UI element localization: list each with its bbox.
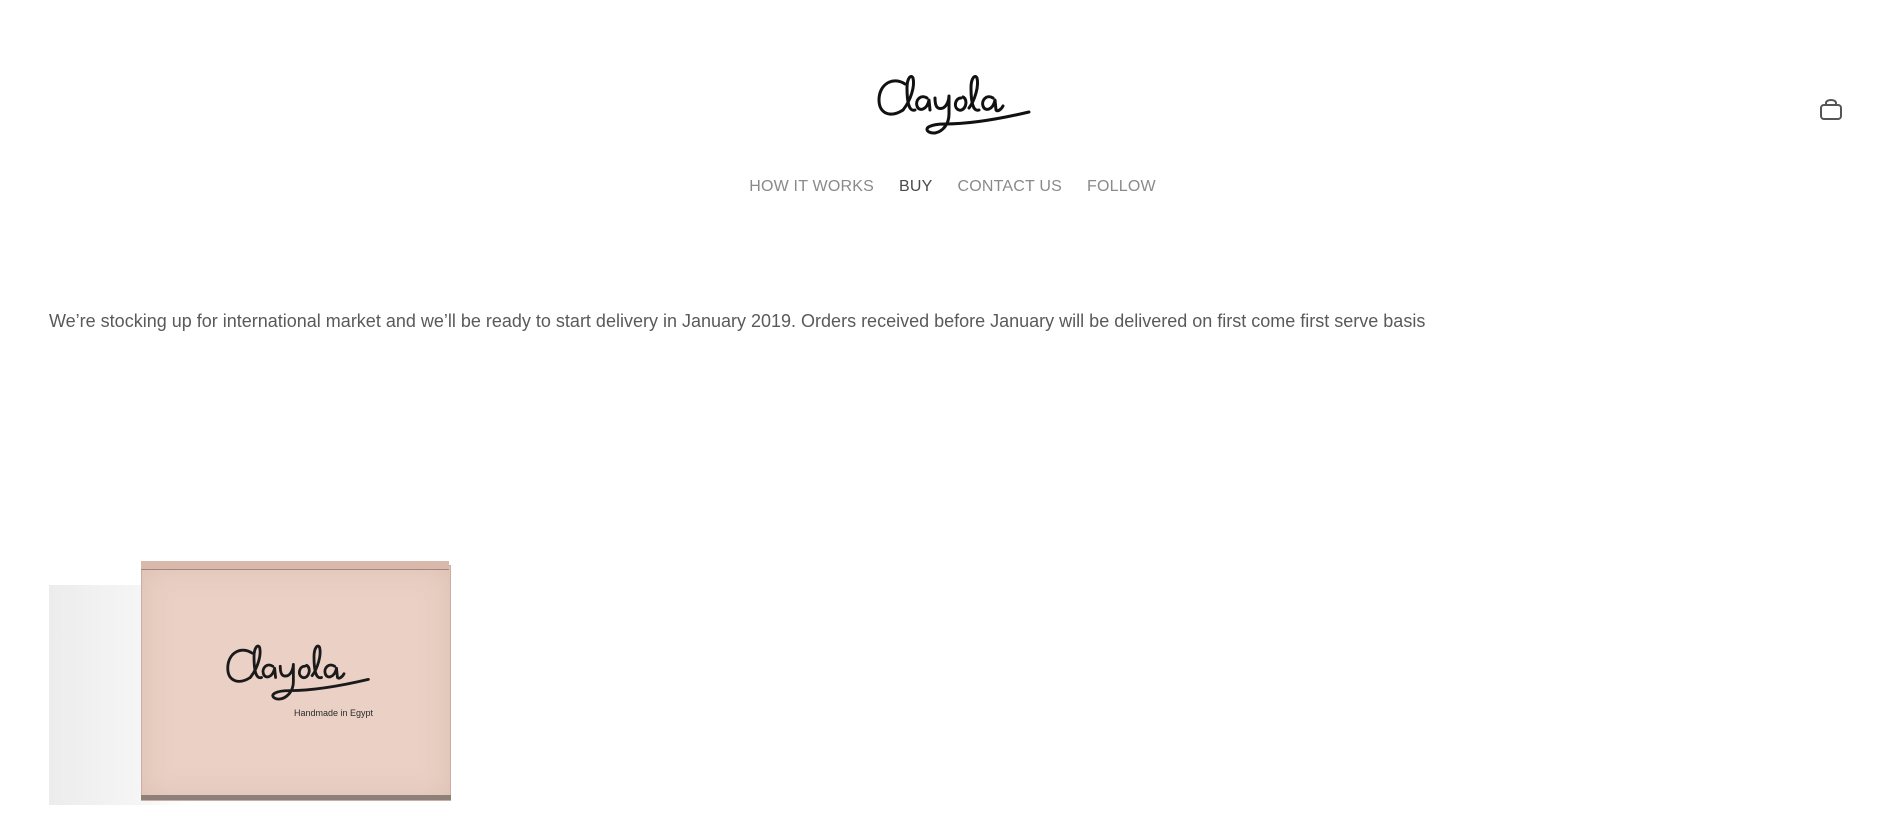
- site-header: HOW IT WORKS BUY CONTACT US FOLLOW: [0, 0, 1900, 230]
- product-box-lid: [141, 561, 449, 570]
- box-logo: [214, 640, 384, 715]
- nav-item-buy[interactable]: BUY: [899, 178, 933, 196]
- shopping-bag-icon: [1820, 99, 1842, 120]
- box-caption: Handmade in Egypt: [294, 708, 374, 718]
- delivery-notice: We’re stocking up for international mark…: [49, 311, 1426, 331]
- product-image-link[interactable]: Handmade in Egypt: [49, 555, 459, 810]
- nav-item-how-it-works[interactable]: HOW IT WORKS: [749, 178, 874, 196]
- product-box-base: [141, 795, 451, 800]
- main-navigation: HOW IT WORKS BUY CONTACT US FOLLOW: [0, 178, 1900, 196]
- nav-item-contact-us[interactable]: CONTACT US: [957, 178, 1062, 196]
- clayola-script-logo: [877, 74, 1031, 135]
- site-logo[interactable]: [875, 70, 1035, 150]
- cart-button[interactable]: [1818, 96, 1844, 122]
- box-clayola-script-logo: [226, 644, 370, 701]
- page: HOW IT WORKS BUY CONTACT US FOLLOW We’re…: [0, 0, 1900, 831]
- nav-item-follow[interactable]: FOLLOW: [1087, 178, 1156, 196]
